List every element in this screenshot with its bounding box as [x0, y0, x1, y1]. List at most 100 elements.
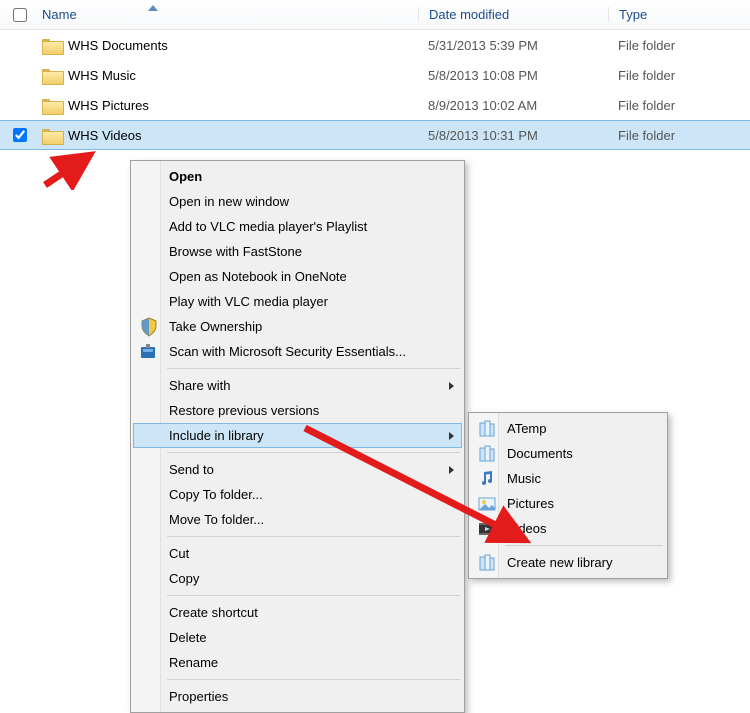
file-type: File folder	[618, 98, 675, 113]
submenu-library-music[interactable]: Music	[471, 466, 665, 491]
menu-label: Share with	[169, 378, 230, 393]
menu-label: Videos	[507, 521, 547, 536]
menu-label: Documents	[507, 446, 573, 461]
menu-copy[interactable]: Copy	[133, 566, 462, 591]
chevron-right-icon	[449, 382, 454, 390]
menu-label: Rename	[169, 655, 218, 670]
menu-share-with[interactable]: Share with	[133, 373, 462, 398]
table-row[interactable]: WHS Documents 5/31/2013 5:39 PM File fol…	[0, 30, 750, 60]
menu-label: Move To folder...	[169, 512, 264, 527]
menu-label: Open as Notebook in OneNote	[169, 269, 347, 284]
select-all-checkbox[interactable]	[13, 8, 27, 22]
menu-separator	[167, 368, 460, 369]
documents-library-icon	[477, 444, 497, 464]
menu-label: Scan with Microsoft Security Essentials.…	[169, 344, 406, 359]
folder-icon	[42, 127, 62, 143]
menu-label: Music	[507, 471, 541, 486]
menu-separator	[505, 545, 663, 546]
menu-rename[interactable]: Rename	[133, 650, 462, 675]
menu-browse-faststone[interactable]: Browse with FastStone	[133, 239, 462, 264]
file-date: 5/31/2013 5:39 PM	[428, 38, 538, 53]
submenu-library-documents[interactable]: Documents	[471, 441, 665, 466]
table-row[interactable]: WHS Music 5/8/2013 10:08 PM File folder	[0, 60, 750, 90]
menu-include-in-library[interactable]: Include in library	[133, 423, 462, 448]
folder-icon	[42, 67, 62, 83]
column-date-modified[interactable]: Date modified	[418, 7, 608, 22]
menu-label: Copy To folder...	[169, 487, 263, 502]
pictures-library-icon	[477, 494, 497, 514]
menu-take-ownership[interactable]: Take Ownership	[133, 314, 462, 339]
submenu-library-videos[interactable]: Videos	[471, 516, 665, 541]
include-in-library-submenu: ATemp Documents Music Pictures Videos Cr…	[468, 412, 668, 579]
menu-separator	[167, 536, 460, 537]
file-name: WHS Documents	[68, 38, 168, 53]
column-type-label: Type	[619, 7, 647, 22]
sort-ascending-icon	[148, 5, 158, 11]
menu-label: Play with VLC media player	[169, 294, 328, 309]
row-checkbox[interactable]	[13, 128, 27, 142]
menu-move-to-folder[interactable]: Move To folder...	[133, 507, 462, 532]
column-date-label: Date modified	[429, 7, 509, 22]
submenu-create-new-library[interactable]: Create new library	[471, 550, 665, 575]
menu-open[interactable]: Open	[133, 164, 462, 189]
videos-library-icon	[477, 519, 497, 539]
menu-open-new-window[interactable]: Open in new window	[133, 189, 462, 214]
file-date: 5/8/2013 10:08 PM	[428, 68, 538, 83]
menu-delete[interactable]: Delete	[133, 625, 462, 650]
submenu-library-atemp[interactable]: ATemp	[471, 416, 665, 441]
column-name[interactable]: Name	[38, 7, 418, 22]
menu-label: Browse with FastStone	[169, 244, 302, 259]
chevron-right-icon	[449, 466, 454, 474]
security-icon	[139, 342, 159, 362]
column-header: Name Date modified Type	[0, 0, 750, 30]
folder-icon	[42, 97, 62, 113]
file-name: WHS Pictures	[68, 98, 149, 113]
music-library-icon	[477, 469, 497, 489]
table-row[interactable]: WHS Videos 5/8/2013 10:31 PM File folder	[0, 120, 750, 150]
folder-icon	[42, 37, 62, 53]
menu-label: Create new library	[507, 555, 613, 570]
file-date: 5/8/2013 10:31 PM	[428, 128, 538, 143]
menu-properties[interactable]: Properties	[133, 684, 462, 709]
menu-label: Open	[169, 169, 202, 184]
menu-label: ATemp	[507, 421, 547, 436]
menu-add-vlc-playlist[interactable]: Add to VLC media player's Playlist	[133, 214, 462, 239]
menu-label: Delete	[169, 630, 207, 645]
file-name: WHS Videos	[68, 128, 141, 143]
menu-send-to[interactable]: Send to	[133, 457, 462, 482]
menu-separator	[167, 595, 460, 596]
menu-label: Restore previous versions	[169, 403, 319, 418]
file-type: File folder	[618, 38, 675, 53]
menu-cut[interactable]: Cut	[133, 541, 462, 566]
context-menu: Open Open in new window Add to VLC media…	[130, 160, 465, 713]
menu-separator	[167, 679, 460, 680]
menu-label: Pictures	[507, 496, 554, 511]
menu-label: Send to	[169, 462, 214, 477]
select-all-column[interactable]	[0, 5, 38, 25]
submenu-library-pictures[interactable]: Pictures	[471, 491, 665, 516]
menu-label: Include in library	[169, 428, 264, 443]
file-list: WHS Documents 5/31/2013 5:39 PM File fol…	[0, 30, 750, 150]
menu-label: Create shortcut	[169, 605, 258, 620]
menu-copy-to-folder[interactable]: Copy To folder...	[133, 482, 462, 507]
file-name: WHS Music	[68, 68, 136, 83]
menu-create-shortcut[interactable]: Create shortcut	[133, 600, 462, 625]
menu-separator	[167, 452, 460, 453]
menu-scan-mse[interactable]: Scan with Microsoft Security Essentials.…	[133, 339, 462, 364]
menu-label: Open in new window	[169, 194, 289, 209]
menu-label: Add to VLC media player's Playlist	[169, 219, 367, 234]
file-type: File folder	[618, 68, 675, 83]
new-library-icon	[477, 553, 497, 573]
library-icon	[477, 419, 497, 439]
menu-restore-previous-versions[interactable]: Restore previous versions	[133, 398, 462, 423]
menu-open-onenote[interactable]: Open as Notebook in OneNote	[133, 264, 462, 289]
column-name-label: Name	[42, 7, 77, 22]
shield-icon	[139, 317, 159, 337]
chevron-right-icon	[449, 432, 454, 440]
column-type[interactable]: Type	[608, 7, 750, 22]
menu-label: Copy	[169, 571, 199, 586]
menu-label: Take Ownership	[169, 319, 262, 334]
table-row[interactable]: WHS Pictures 8/9/2013 10:02 AM File fold…	[0, 90, 750, 120]
annotation-arrow-icon	[40, 150, 100, 190]
menu-play-vlc[interactable]: Play with VLC media player	[133, 289, 462, 314]
